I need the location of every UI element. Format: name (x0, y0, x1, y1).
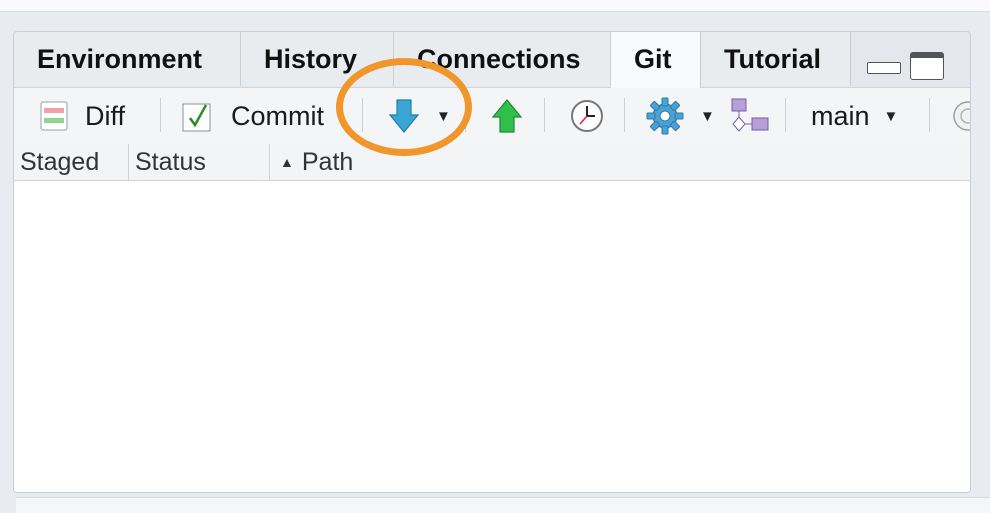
chevron-down-icon: ▼ (883, 107, 899, 125)
column-label: Path (301, 148, 354, 176)
highlight-ring (336, 58, 472, 156)
commit-checkbox-icon (182, 103, 211, 132)
toolbar-separator (544, 98, 545, 132)
column-header-staged[interactable]: Staged (14, 144, 129, 180)
more-options-dropdown[interactable]: ▼ (700, 88, 715, 144)
bottom-pane-edge (16, 497, 990, 513)
toolbar-separator (929, 98, 930, 132)
maximize-pane-button[interactable] (910, 52, 946, 82)
git-toolbar: Diff Commit ▼ ▼ main ▼ (14, 87, 970, 145)
tab-label: Git (634, 44, 672, 74)
more-button[interactable] (646, 88, 684, 144)
clock-icon (571, 100, 603, 132)
commit-button[interactable]: Commit (182, 88, 324, 144)
tab-git[interactable]: Git (611, 32, 701, 88)
toolbar-separator (160, 98, 161, 132)
branch-diagram-icon (731, 98, 769, 132)
column-header-status[interactable]: Status (129, 144, 270, 180)
git-pane: Environment History Connections Git Tuto… (13, 31, 971, 493)
minimize-pane-button[interactable] (867, 52, 901, 74)
maximize-icon (910, 52, 944, 80)
chevron-down-icon: ▼ (700, 107, 715, 125)
tab-label: Tutorial (724, 44, 821, 74)
commit-label: Commit (231, 100, 324, 131)
refresh-icon (953, 101, 970, 131)
diff-icon (40, 101, 68, 131)
column-label: Status (135, 148, 206, 176)
sort-ascending-icon: ▲ (280, 154, 294, 170)
tab-tutorial[interactable]: Tutorial (701, 32, 851, 86)
tab-label: History (264, 44, 358, 74)
tab-environment[interactable]: Environment (14, 32, 241, 86)
tab-label: Environment (37, 44, 203, 74)
toolbar-separator (785, 98, 786, 132)
push-button[interactable] (491, 88, 523, 144)
toolbar-separator (624, 98, 625, 132)
branch-graph-button[interactable] (730, 88, 770, 144)
diff-label: Diff (85, 100, 126, 131)
table-header: Staged Status ▲ Path (14, 144, 970, 181)
pane-tab-bar: Environment History Connections Git Tuto… (14, 32, 970, 88)
refresh-button[interactable] (944, 88, 970, 144)
push-up-arrow-icon (491, 99, 523, 133)
diff-button[interactable]: Diff (40, 88, 125, 144)
history-button[interactable] (570, 88, 604, 144)
top-divider (0, 0, 990, 12)
gear-icon (646, 97, 684, 135)
minimize-icon (867, 62, 901, 74)
changes-table: Staged Status ▲ Path (14, 144, 970, 492)
branch-label: main (811, 100, 870, 131)
branch-selector[interactable]: main ▼ (811, 88, 898, 144)
column-label: Staged (20, 148, 100, 176)
